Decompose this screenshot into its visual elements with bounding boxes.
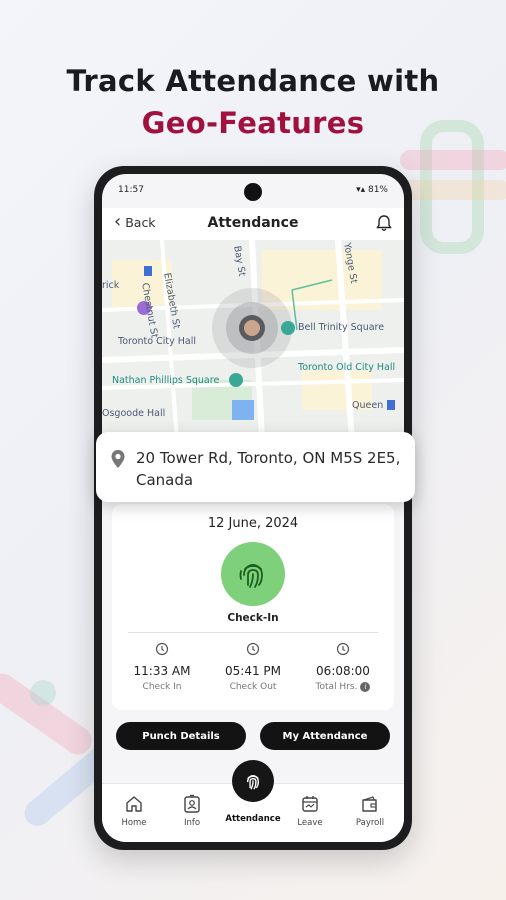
signal-icon: ▾▴ [356,185,368,195]
location-pin-icon [111,450,125,468]
check-in-time: 11:33 AM [133,664,191,678]
nav-item-payroll[interactable]: Payroll [340,794,400,828]
attendance-date: 12 June, 2024 [207,516,299,531]
map-label: Toronto City Hall [118,336,196,347]
total-hours-caption: Total Hrs. i [298,682,388,692]
nav-item-home[interactable]: Home [104,794,164,828]
check-in-button[interactable] [221,542,285,606]
page-title: Attendance [207,215,299,231]
caption-text: Check Out [229,682,277,692]
status-indicators: ▾▴ 81% [356,185,388,195]
battery-level: 81% [367,185,388,195]
nav-label-attendance: Attendance [225,814,281,824]
fingerprint-icon [247,775,260,790]
check-out-caption: Check Out [208,682,298,692]
nav-item-leave[interactable]: Leave [280,794,340,828]
location-map[interactable]: Elizabeth St Chestnut St Bay St Yonge St… [102,240,404,440]
caption-text: Check In [142,682,182,692]
home-icon [126,796,142,812]
clock-icon [336,642,350,656]
nav-label-leave: Leave [297,818,323,828]
punch-details-button[interactable]: Punch Details [116,722,246,750]
stat-check-in: 11:33 AM Check In [117,642,207,692]
map-label: rick [102,280,120,291]
nav-label-payroll: Payroll [355,818,385,828]
map-label: Bell Trinity Square [298,322,385,333]
attendance-card: 12 June, 2024 Check-In 11:33 AM Check In… [112,504,394,710]
app-bar: ‹ Back Attendance [102,208,404,240]
check-in-caption: Check In [117,682,207,692]
map-label: Queen [352,400,384,411]
caption-text: Total Hrs. [315,682,358,692]
address-text: 20 Tower Rd, Toronto, ON M5S 2E5, Canada [136,449,401,489]
divider [128,632,378,633]
map-label: Osgoode Hall [102,408,166,419]
fingerprint-icon [239,564,263,588]
bottom-navigation: Home Info Attendance Leave Payroll [102,760,404,842]
my-attendance-button[interactable]: My Attendance [260,722,390,750]
clock-icon [155,642,169,656]
stat-total-hours: 06:08:00 Total Hrs. i [298,642,388,692]
total-hours-value: 06:08:00 [316,664,370,678]
wallet-icon [362,796,377,812]
check-out-time: 05:41 PM [225,664,281,678]
map-label: Nathan Phillips Square [112,375,220,386]
nav-item-attendance[interactable]: Attendance [223,814,283,824]
headline-line-1: Track Attendance with [66,64,440,98]
calendar-icon [302,796,318,812]
nav-item-info[interactable]: Info [162,794,222,828]
decor-shape [400,150,506,170]
nav-label-info: Info [183,818,201,828]
headline-line-2: Geo-Features [141,106,365,140]
map-label: Toronto Old City Hall [298,362,396,373]
address-card: 20 Tower Rd, Toronto, ON M5S 2E5, Canada [96,432,415,502]
id-card-icon [184,794,200,813]
clock-icon [246,642,260,656]
app-screen: 11:57 ▾▴ 81% ‹ Back Attendance Elizabeth… [102,174,404,842]
attendance-fab[interactable] [232,760,274,802]
decor-shape [30,680,56,706]
stat-check-out: 05:41 PM Check Out [208,642,298,692]
phone-frame: 11:57 ▾▴ 81% ‹ Back Attendance Elizabeth… [94,166,412,850]
nav-label-home: Home [121,818,147,828]
bell-icon[interactable] [376,214,392,236]
camera-cutout [244,183,262,201]
status-time: 11:57 [118,185,144,195]
check-in-label: Check-In [227,612,279,624]
info-icon[interactable]: i [360,682,371,692]
